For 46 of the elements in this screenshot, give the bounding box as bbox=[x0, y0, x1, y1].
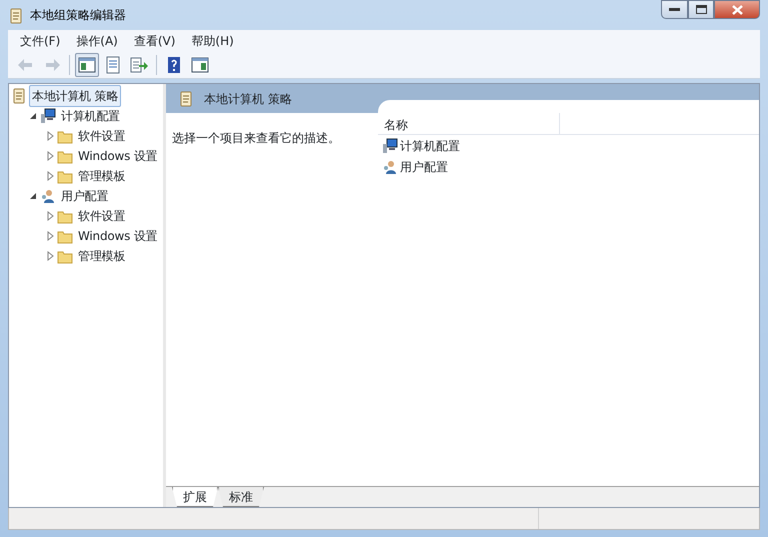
menu-item[interactable]: 文件(F) bbox=[12, 32, 68, 50]
scroll-icon bbox=[11, 88, 27, 104]
computer-icon bbox=[40, 108, 56, 124]
minimize-button[interactable] bbox=[661, 0, 688, 19]
maximize-button[interactable] bbox=[688, 0, 714, 19]
pane-icon bbox=[190, 54, 210, 74]
description-text: 选择一个项目来查看它的描述。 bbox=[171, 130, 341, 147]
expand-arrow-icon[interactable] bbox=[45, 231, 55, 241]
tree-item[interactable]: 软件设置 bbox=[75, 205, 128, 227]
expand-arrow-icon[interactable] bbox=[45, 251, 55, 261]
close-button[interactable] bbox=[714, 0, 760, 19]
list-item[interactable]: 用户配置 bbox=[400, 158, 448, 176]
tree-item[interactable]: 计算机配置 bbox=[58, 105, 124, 127]
tree-item[interactable]: Windows 设置 bbox=[75, 145, 160, 167]
user-icon bbox=[40, 188, 56, 204]
menu-item[interactable]: 查看(V) bbox=[126, 32, 184, 50]
window-title: 本地组策略编辑器 bbox=[30, 7, 126, 24]
tree-item[interactable]: 软件设置 bbox=[75, 125, 128, 147]
maximize-icon bbox=[696, 5, 706, 14]
tree-item[interactable]: 用户配置 bbox=[58, 185, 112, 207]
export-icon bbox=[129, 54, 149, 74]
tree-item[interactable]: 本地计算机 策略 bbox=[29, 85, 122, 107]
minimize-icon bbox=[669, 8, 680, 12]
pane-button[interactable] bbox=[75, 52, 99, 76]
expand-arrow-icon[interactable] bbox=[45, 171, 55, 181]
list-item[interactable]: 计算机配置 bbox=[400, 136, 460, 154]
pane-title: 本地计算机 策略 bbox=[204, 90, 292, 108]
expand-arrow-icon[interactable] bbox=[45, 211, 55, 221]
tab[interactable]: 标准 bbox=[218, 487, 264, 507]
menu-item[interactable]: 帮助(H) bbox=[183, 32, 242, 50]
expand-arrow-icon[interactable] bbox=[45, 131, 55, 141]
tree-item[interactable]: 管理模板 bbox=[75, 165, 128, 187]
pane-icon bbox=[77, 54, 97, 74]
close-icon bbox=[732, 4, 742, 14]
menu-item[interactable]: 操作(A) bbox=[68, 32, 126, 50]
tab[interactable]: 扩展 bbox=[172, 487, 218, 507]
scroll-icon bbox=[178, 90, 194, 106]
user-icon bbox=[382, 158, 398, 174]
tree-item[interactable]: Windows 设置 bbox=[75, 225, 160, 247]
expand-arrow-icon[interactable] bbox=[45, 151, 55, 161]
column-header[interactable]: 名称 bbox=[378, 113, 560, 134]
collapse-arrow-icon[interactable] bbox=[28, 191, 38, 201]
scroll-icon bbox=[8, 8, 24, 24]
tree-item[interactable]: 管理模板 bbox=[75, 245, 128, 267]
computer-icon bbox=[382, 138, 398, 154]
collapse-arrow-icon[interactable] bbox=[28, 111, 38, 121]
